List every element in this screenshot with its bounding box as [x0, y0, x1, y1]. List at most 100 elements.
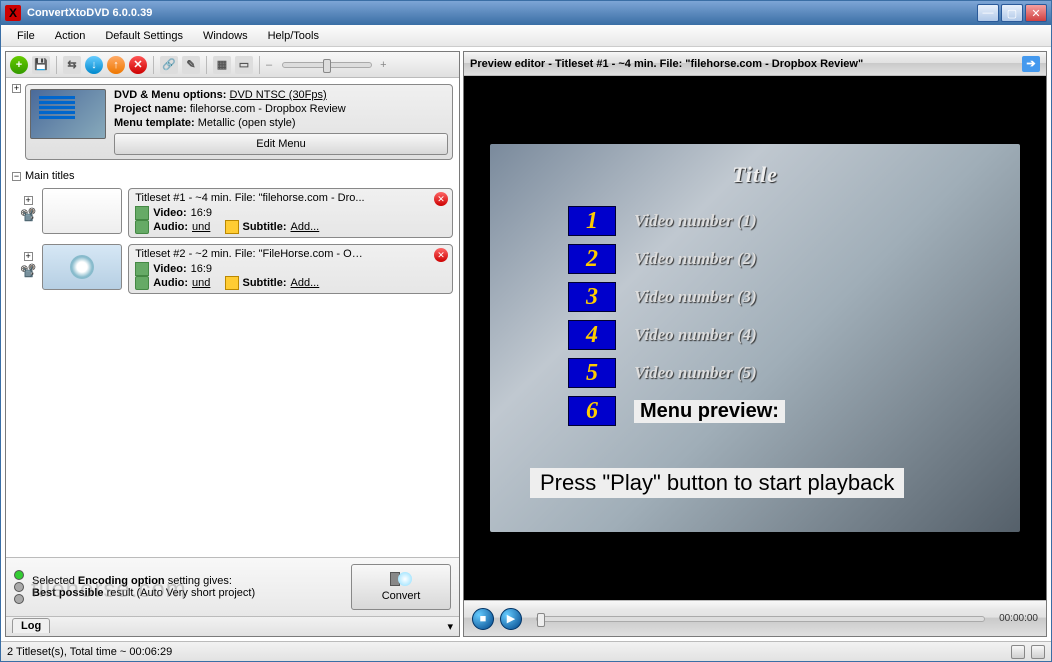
- menu-number: 6: [568, 396, 616, 426]
- maximize-button[interactable]: ▢: [1001, 4, 1023, 22]
- preview-header: Preview editor - Titleset #1 - ~4 min. F…: [464, 52, 1046, 76]
- menu-number: 3: [568, 282, 616, 312]
- statusbar: 2 Titleset(s), Total time ~ 00:06:29: [1, 641, 1051, 661]
- edit-menu-button[interactable]: Edit Menu: [114, 133, 448, 155]
- expander-titleset[interactable]: +: [24, 196, 33, 205]
- project-name-value: filehorse.com - Dropbox Review: [190, 103, 346, 115]
- audio-label: Audio:: [153, 277, 188, 289]
- subtitle-label: Subtitle:: [243, 277, 287, 289]
- remove-titleset-icon[interactable]: ✕: [434, 192, 448, 206]
- status-icon-2[interactable]: [1031, 645, 1045, 659]
- menu-item[interactable]: 1Video number (1): [568, 206, 785, 236]
- video-value: 16:9: [191, 263, 212, 275]
- menubar: File Action Default Settings Windows Hel…: [1, 25, 1051, 47]
- remove-titleset-icon[interactable]: ✕: [434, 248, 448, 262]
- template-label: Menu template:: [114, 117, 195, 129]
- merge-icon[interactable]: ⇆: [63, 56, 81, 74]
- traffic-light-icon: [14, 570, 24, 604]
- save-icon[interactable]: 💾: [32, 56, 50, 74]
- menu-label: Menu preview:: [634, 400, 785, 423]
- audio-icon: [135, 220, 149, 234]
- zoom-out-icon[interactable]: –: [266, 59, 272, 71]
- zoom-slider[interactable]: [282, 62, 372, 68]
- menu-windows[interactable]: Windows: [195, 28, 256, 44]
- zoom-in-icon[interactable]: +: [380, 59, 386, 71]
- status-icon-1[interactable]: [1011, 645, 1025, 659]
- titleset-row[interactable]: + 📽️ ✕ Titleset #1 - ~4 min. File: "file…: [12, 188, 453, 238]
- titleset-thumbnail[interactable]: [42, 188, 122, 234]
- subtitle-value[interactable]: Add...: [291, 221, 320, 233]
- titleset-title: Titleset #1 - ~4 min. File: "filehorse.c…: [135, 192, 365, 204]
- minimize-button[interactable]: —: [977, 4, 999, 22]
- titleset-icon: 📽️: [20, 207, 36, 223]
- menu-item[interactable]: 2Video number (2): [568, 244, 785, 274]
- titlebar: X ConvertXtoDVD 6.0.0.39 — ▢ ✕: [1, 1, 1051, 25]
- move-down-icon[interactable]: ↓: [85, 56, 103, 74]
- video-value: 16:9: [191, 207, 212, 219]
- titleset-info: ✕ Titleset #1 - ~4 min. File: "filehorse…: [128, 188, 453, 238]
- remove-icon[interactable]: ✕: [129, 56, 147, 74]
- slider-thumb[interactable]: [323, 59, 331, 73]
- expand-icon[interactable]: ▦: [213, 56, 231, 74]
- audio-value[interactable]: und: [192, 221, 210, 233]
- subtitle-value[interactable]: Add...: [291, 277, 320, 289]
- titleset-tree: − Main titles + 📽️ ✕ Titleset #1 - ~4 mi…: [6, 166, 459, 557]
- menu-file[interactable]: File: [9, 28, 43, 44]
- window-title: ConvertXtoDVD 6.0.0.39: [27, 7, 977, 19]
- menu-number: 4: [568, 320, 616, 350]
- enc-line1b: Encoding option: [78, 575, 165, 587]
- edit-icon[interactable]: ✎: [182, 56, 200, 74]
- separator: [153, 56, 154, 74]
- menu-label: Video number (4): [634, 325, 757, 345]
- menu-label: Video number (5): [634, 363, 757, 383]
- project-thumbnail: [30, 89, 106, 139]
- preview-title: Title: [732, 162, 778, 188]
- audio-value[interactable]: und: [192, 277, 210, 289]
- expander-titleset[interactable]: +: [24, 252, 33, 261]
- options-value[interactable]: DVD NTSC (30Fps): [230, 89, 327, 101]
- collapse-icon[interactable]: ▭: [235, 56, 253, 74]
- menu-item[interactable]: 5Video number (5): [568, 358, 785, 388]
- menu-label: Video number (2): [634, 249, 757, 269]
- menu-action[interactable]: Action: [47, 28, 94, 44]
- menu-items: 1Video number (1) 2Video number (2) 3Vid…: [568, 206, 785, 434]
- titleset-row[interactable]: + 📽️ ✕ Titleset #2 - ~2 min. File: "File…: [12, 244, 453, 294]
- link-icon[interactable]: 🔗: [160, 56, 178, 74]
- add-file-icon[interactable]: +: [10, 56, 28, 74]
- options-label: DVD & Menu options:: [114, 89, 226, 101]
- titleset-info: ✕ Titleset #2 - ~2 min. File: "FileHorse…: [128, 244, 453, 294]
- enc-line2a: Best possible: [32, 587, 104, 599]
- titleset-thumbnail[interactable]: [42, 244, 122, 290]
- menu-item[interactable]: 4 Video number (4): [568, 320, 785, 350]
- menu-number: 1: [568, 206, 616, 236]
- encoding-footer: filehorse.com Selected Encoding option s…: [6, 557, 459, 616]
- expander-main-titles[interactable]: −: [12, 172, 21, 181]
- log-chevron-icon[interactable]: ▾: [447, 620, 453, 633]
- convert-label: Convert: [382, 590, 421, 602]
- log-tab[interactable]: Log: [12, 618, 50, 633]
- seek-thumb[interactable]: [537, 613, 545, 627]
- move-up-icon[interactable]: ↑: [107, 56, 125, 74]
- close-button[interactable]: ✕: [1025, 4, 1047, 22]
- audio-icon: [135, 276, 149, 290]
- menu-default-settings[interactable]: Default Settings: [97, 28, 191, 44]
- expander-project[interactable]: +: [12, 84, 21, 93]
- video-icon: [135, 262, 149, 276]
- subtitle-icon: [225, 276, 239, 290]
- template-value: Metallic (open style): [198, 117, 296, 129]
- app-logo-icon: X: [5, 5, 21, 21]
- right-pane: Preview editor - Titleset #1 - ~4 min. F…: [463, 51, 1047, 637]
- menu-item[interactable]: 6 Menu preview:: [568, 396, 785, 426]
- preview-canvas: Title 1Video number (1) 2Video number (2…: [490, 144, 1020, 532]
- separator: [259, 56, 260, 74]
- menu-item[interactable]: 3Video number (3): [568, 282, 785, 312]
- play-button[interactable]: ▶: [500, 608, 522, 630]
- separator: [56, 56, 57, 74]
- seek-slider[interactable]: [536, 616, 985, 622]
- playback-time: 00:00:00: [999, 613, 1038, 624]
- stop-button[interactable]: ■: [472, 608, 494, 630]
- convert-button[interactable]: Convert: [351, 564, 451, 610]
- preview-next-icon[interactable]: ➔: [1022, 56, 1040, 72]
- status-text: 2 Titleset(s), Total time ~ 00:06:29: [7, 646, 172, 658]
- menu-help-tools[interactable]: Help/Tools: [260, 28, 327, 44]
